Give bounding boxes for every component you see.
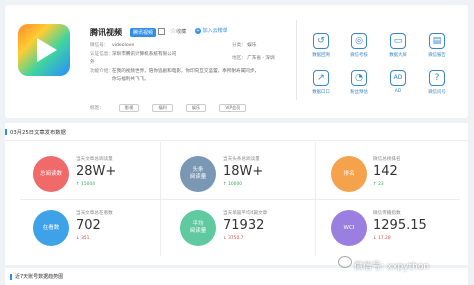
section-title: 03月25日文章发布数据 <box>5 129 66 136</box>
metric-value: 1295.15 <box>373 218 427 233</box>
metric-value: 71932 <box>223 218 265 233</box>
tool-wechat-question[interactable]: ? 微信问号 <box>420 70 454 95</box>
metric-label: 当天文章总阅读量 <box>76 157 113 162</box>
watermark-text: 微信号: xxpython <box>354 262 430 272</box>
tencent-video-logo <box>18 24 70 76</box>
metric-delta: ↓ 3750.7 <box>223 236 244 241</box>
divider <box>20 199 460 200</box>
wechat-id-row: 微信号： videolove <box>90 43 135 48</box>
favorite-button[interactable]: ☆收藏 <box>170 27 186 35</box>
verified-badge: 腾讯视频 <box>130 28 157 37</box>
tag-item[interactable]: 娱乐 <box>185 104 207 112</box>
tag-item[interactable]: 影视 <box>118 104 140 112</box>
wci-circle: WCI <box>331 210 367 246</box>
intro-row: 功能介绍：在我的视频世界，陪你追剧和电影，你印向互交蓝蕾，奉所耐寿属同步， <box>90 69 260 74</box>
auth-suffix: 外 <box>90 60 95 65</box>
tool-wechat-report[interactable]: ▤ 微信报告 <box>420 33 454 58</box>
tag-item[interactable]: 福利 <box>152 104 173 112</box>
metric-value: 28W+ <box>76 164 117 179</box>
metric-value: 702 <box>76 218 101 233</box>
metric-delta: ↑ 10000 <box>223 182 243 187</box>
region-row: 地区： 广东省 · 深圳 <box>232 56 275 61</box>
category-row: 分类： 娱乐 <box>232 43 257 48</box>
intro-row-2: 你与福利共飞飞。 <box>112 77 149 82</box>
wechat-watermark-icon <box>338 256 352 268</box>
history-icon: ↺ <box>313 33 329 49</box>
metric-value: 18W+ <box>223 164 264 179</box>
tag-list: 标签： 影视 福利 娱乐 VIP会员 <box>90 94 254 112</box>
tool-wechat-check[interactable]: ◎ 微信考核 <box>342 33 376 58</box>
wechat-icon: ◎ <box>351 33 367 49</box>
metric-delta: ↑ 15004 <box>76 182 96 187</box>
auth-row: 认证信息：深圳市腾讯计算机系统有限公司 <box>90 52 177 57</box>
metric-delta: ↓ 351 <box>76 236 90 241</box>
metric-label: 当天文章总在看数 <box>76 211 113 216</box>
tool-history[interactable]: ↺ 数据回溯 <box>304 33 338 58</box>
looking-count-circle: 在看数 <box>33 210 69 246</box>
headline-reads-circle: 头条 阅读量 <box>180 156 216 192</box>
account-name: 腾讯视频 <box>90 28 122 37</box>
add-cloud-list-button[interactable]: + 加入云榜单 <box>195 27 228 34</box>
fans-icon: ◔ <box>351 70 367 86</box>
metric-label: 当天头条总阅读量 <box>223 157 260 162</box>
avg-reads-circle: 平均 阅读量 <box>180 210 216 246</box>
metric-label: 微信总榜排名 <box>373 157 401 162</box>
metric-delta: ↑ 23 <box>373 182 384 187</box>
ad-icon: AD <box>390 70 406 86</box>
total-reads-circle: 总阅读数 <box>33 156 69 192</box>
tool-fans-estimate[interactable]: ◔ 粉丝预估 <box>342 70 376 95</box>
tool-data-screen[interactable]: ▭ 数据大屏 <box>381 33 415 58</box>
question-icon: ? <box>429 70 445 86</box>
tag-item[interactable]: VIP会员 <box>219 104 247 112</box>
tool-data[interactable]: ↗ 数据口口 <box>304 70 338 95</box>
trend-title: 近7天账号数据趋势图 <box>9 274 64 280</box>
qr-code-icon[interactable] <box>158 28 165 35</box>
metric-label: 微信传播指数 <box>373 211 401 216</box>
metrics-section <box>5 123 468 265</box>
metric-label: 当天单篇平均4篇文章 <box>223 211 268 216</box>
plus-icon: + <box>195 28 201 34</box>
rank-circle: 排名 <box>331 156 367 192</box>
report-icon: ▤ <box>429 33 445 49</box>
tool-ad[interactable]: AD AD <box>381 70 415 94</box>
divider <box>296 20 297 100</box>
metric-value: 142 <box>373 164 398 179</box>
divider <box>5 140 468 141</box>
metric-delta: ↓ 17.28 <box>373 236 391 241</box>
data-icon: ↗ <box>313 70 329 86</box>
screen-icon: ▭ <box>390 33 406 49</box>
